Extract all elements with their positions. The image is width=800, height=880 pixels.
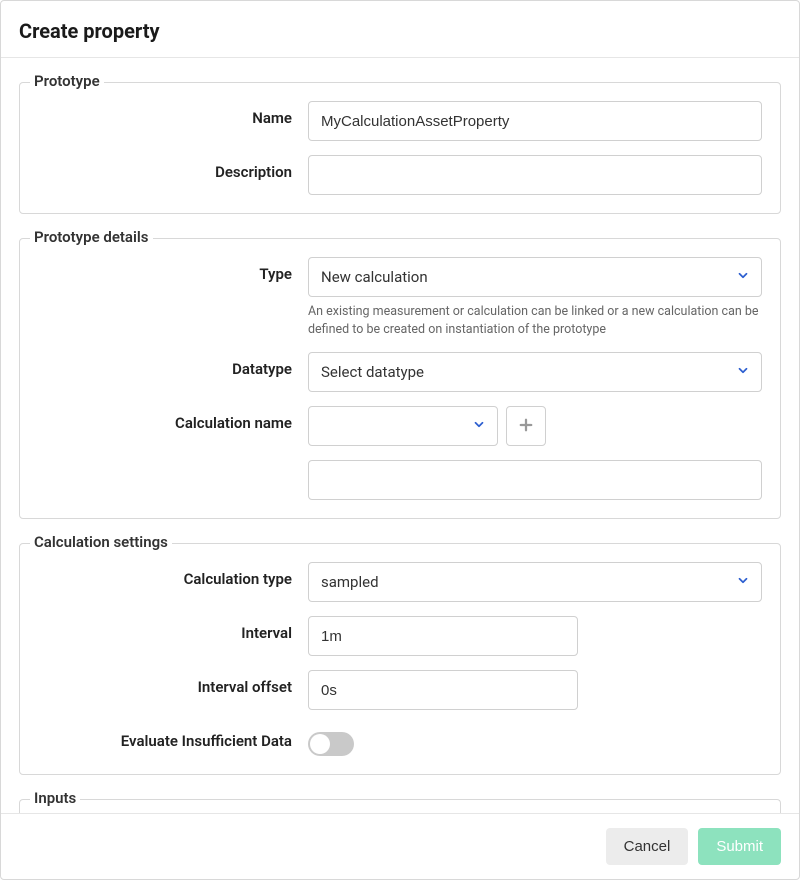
calcname-extra-label [38, 460, 308, 468]
calcname-extra-row [38, 460, 762, 500]
offset-input[interactable] [308, 670, 578, 710]
description-label: Description [38, 155, 308, 181]
create-property-dialog: Create property Prototype Name Descripti… [0, 0, 800, 880]
datatype-label: Datatype [38, 352, 308, 378]
calc-type-select-value: sampled [321, 573, 379, 591]
calc-type-select[interactable]: sampled [308, 562, 762, 602]
dialog-footer: Cancel Submit [1, 814, 799, 879]
calcname-select[interactable] [308, 406, 498, 446]
calcname-label: Calculation name [38, 406, 308, 432]
datatype-select-value: Select datatype [321, 363, 424, 381]
dialog-body[interactable]: Prototype Name Description Prototype det… [1, 57, 799, 814]
calculation-settings-fieldset: Calculation settings Calculation type sa… [19, 543, 781, 775]
calculation-settings-legend: Calculation settings [30, 533, 172, 551]
toggle-knob [310, 734, 330, 754]
name-input[interactable] [308, 101, 762, 141]
interval-input[interactable] [308, 616, 578, 656]
description-input[interactable] [308, 155, 762, 195]
calcname-extra-input[interactable] [308, 460, 762, 500]
eval-row: Evaluate Insufficient Data [38, 724, 762, 756]
calc-type-row: Calculation type sampled [38, 562, 762, 602]
datatype-select[interactable]: Select datatype [308, 352, 762, 392]
offset-row: Interval offset [38, 670, 762, 710]
interval-label: Interval [38, 616, 308, 642]
eval-toggle[interactable] [308, 732, 354, 756]
type-select[interactable]: New calculation [308, 257, 762, 297]
prototype-fieldset: Prototype Name Description [19, 82, 781, 214]
datatype-row: Datatype Select datatype [38, 352, 762, 392]
description-row: Description [38, 155, 762, 195]
submit-button[interactable]: Submit [698, 828, 781, 865]
calcname-row: Calculation name [38, 406, 762, 446]
add-calcname-button[interactable] [506, 406, 546, 446]
type-help-text: An existing measurement or calculation c… [308, 303, 762, 338]
eval-label: Evaluate Insufficient Data [38, 724, 308, 750]
dialog-title: Create property [19, 19, 781, 43]
prototype-legend: Prototype [30, 72, 104, 90]
name-label: Name [38, 101, 308, 127]
inputs-fieldset: Inputs [19, 799, 781, 814]
type-label: Type [38, 257, 308, 283]
inputs-legend: Inputs [30, 789, 80, 807]
interval-row: Interval [38, 616, 762, 656]
dialog-header: Create property [1, 1, 799, 57]
type-select-value: New calculation [321, 268, 428, 286]
type-row: Type New calculation An existing measure… [38, 257, 762, 338]
plus-icon [517, 416, 535, 437]
calc-type-label: Calculation type [38, 562, 308, 588]
name-row: Name [38, 101, 762, 141]
prototype-details-legend: Prototype details [30, 228, 153, 246]
cancel-button[interactable]: Cancel [606, 828, 689, 865]
prototype-details-fieldset: Prototype details Type New calculation A… [19, 238, 781, 519]
offset-label: Interval offset [38, 670, 308, 696]
